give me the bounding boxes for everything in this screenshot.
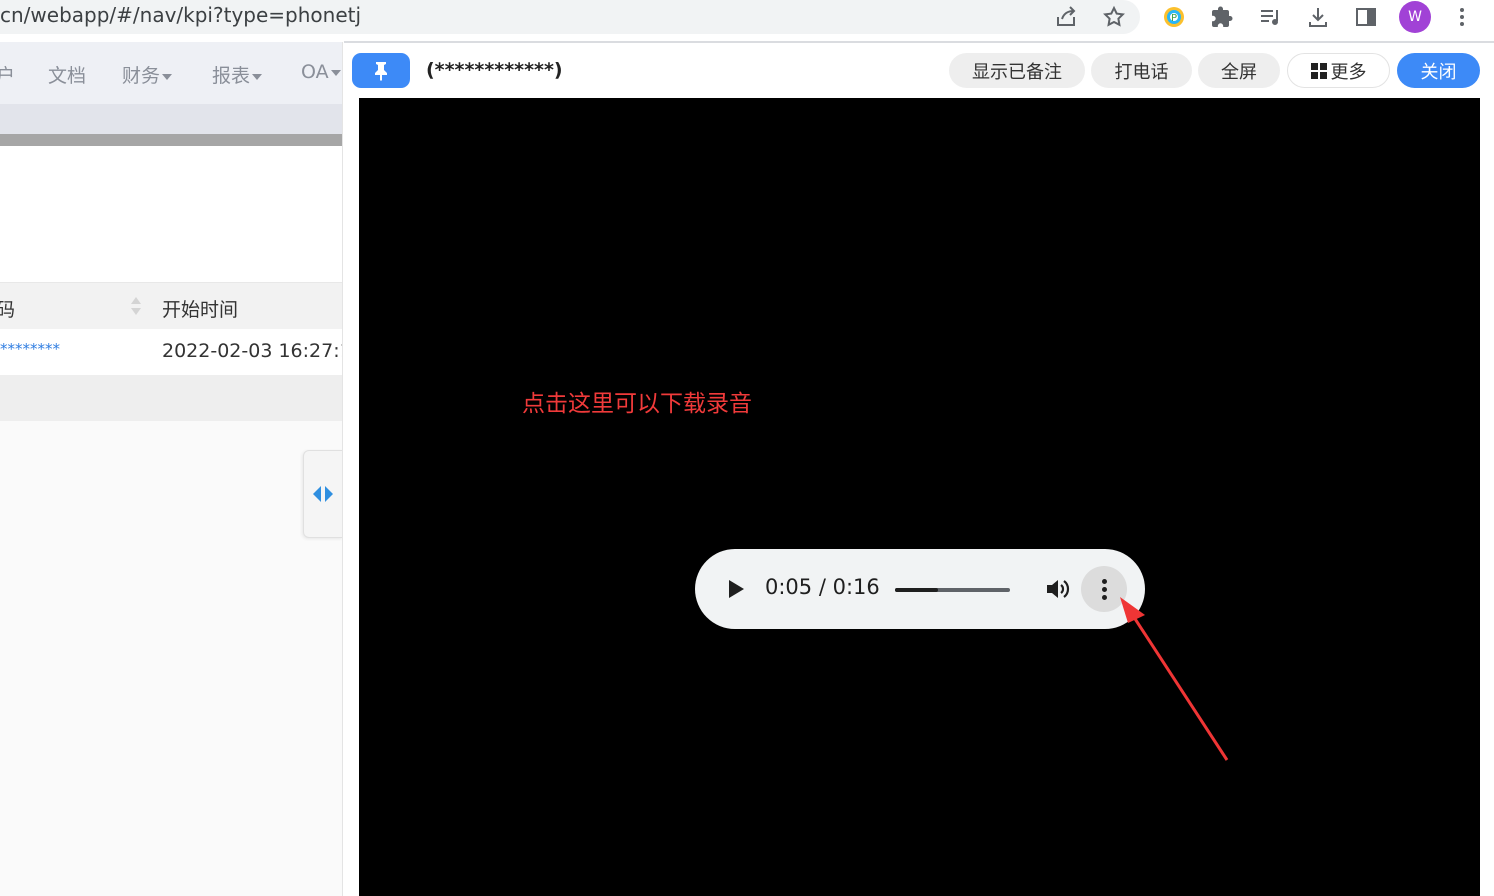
- top-nav: 户 文档 财务 报表 OA: [0, 42, 342, 104]
- expand-collapse-icon: [313, 486, 333, 502]
- profile-avatar[interactable]: W: [1399, 1, 1431, 33]
- svg-text:P: P: [1171, 13, 1177, 24]
- media-viewer: 点击这里可以下载录音 0:05 / 0:16: [359, 98, 1480, 896]
- download-icon[interactable]: [1304, 3, 1332, 31]
- star-icon[interactable]: [1100, 3, 1128, 31]
- call-button[interactable]: 打电话: [1091, 53, 1192, 88]
- scrollbar[interactable]: [0, 134, 342, 146]
- dot: [1101, 586, 1107, 592]
- pin-button[interactable]: [352, 53, 410, 88]
- table-row[interactable]: ******** 2022-02-03 16:27:19: [0, 329, 342, 375]
- volume-icon[interactable]: [1045, 577, 1071, 601]
- start-time-cell: 2022-02-03 16:27:19: [162, 340, 342, 362]
- more-button[interactable]: 更多: [1287, 53, 1390, 88]
- media-queue-icon[interactable]: [1256, 3, 1284, 31]
- nav-item-oa[interactable]: OA: [301, 61, 341, 83]
- dot: [1101, 578, 1107, 584]
- url-text[interactable]: cn/webapp/#/nav/kpi?type=phonetj: [0, 3, 361, 27]
- audio-player[interactable]: 0:05 / 0:16: [695, 549, 1145, 629]
- app-main-panel: 户 文档 财务 报表 OA 码 开始时间 ******** 2022-02-03…: [0, 42, 343, 896]
- audio-progress-fill: [895, 588, 938, 592]
- audio-options-menu-button[interactable]: [1081, 566, 1127, 612]
- play-icon[interactable]: [723, 577, 747, 601]
- pin-icon: [375, 61, 387, 81]
- caret-down-icon: [330, 69, 341, 76]
- grid-icon: [1310, 62, 1327, 79]
- recording-dialog: (************) 显示已备注 打电话 全屏 更多 关闭 点击这里可以…: [344, 43, 1494, 896]
- browser-toolbar: cn/webapp/#/nav/kpi?type=phonetj P W: [0, 0, 1494, 42]
- sort-icon[interactable]: [130, 295, 142, 317]
- column-header-number[interactable]: 码: [0, 295, 15, 322]
- nav-item-reports[interactable]: 报表: [212, 61, 263, 88]
- audio-time: 0:05 / 0:16: [765, 575, 880, 599]
- close-button[interactable]: 关闭: [1397, 53, 1480, 88]
- table-header: 码 开始时间: [0, 283, 342, 329]
- dialog-title: (************): [426, 59, 563, 81]
- table-footer: [0, 375, 342, 421]
- dot: [1101, 594, 1107, 600]
- side-panel-icon[interactable]: [1352, 3, 1380, 31]
- phone-number-link[interactable]: ********: [0, 340, 60, 358]
- nav-item-finance[interactable]: 财务: [122, 61, 173, 88]
- sub-toolbar: [0, 104, 342, 134]
- share-icon[interactable]: [1052, 3, 1080, 31]
- nav-item-documents[interactable]: 文档: [48, 61, 86, 88]
- panel-resize-handle[interactable]: [303, 450, 342, 538]
- audio-progress-slider[interactable]: [895, 588, 1010, 592]
- column-header-start-time[interactable]: 开始时间: [162, 295, 238, 322]
- show-notes-button[interactable]: 显示已备注: [949, 53, 1085, 88]
- caret-down-icon: [162, 73, 173, 80]
- more-vert-icon[interactable]: [1448, 3, 1476, 31]
- extension-p-icon[interactable]: P: [1160, 3, 1188, 31]
- puzzle-icon[interactable]: [1208, 3, 1236, 31]
- address-bar[interactable]: cn/webapp/#/nav/kpi?type=phonetj: [0, 0, 1140, 34]
- download-hint-text: 点击这里可以下载录音: [522, 391, 752, 417]
- caret-down-icon: [252, 73, 263, 80]
- nav-item-customer[interactable]: 户: [0, 61, 15, 88]
- fullscreen-button[interactable]: 全屏: [1198, 53, 1280, 88]
- filter-area: [0, 146, 342, 283]
